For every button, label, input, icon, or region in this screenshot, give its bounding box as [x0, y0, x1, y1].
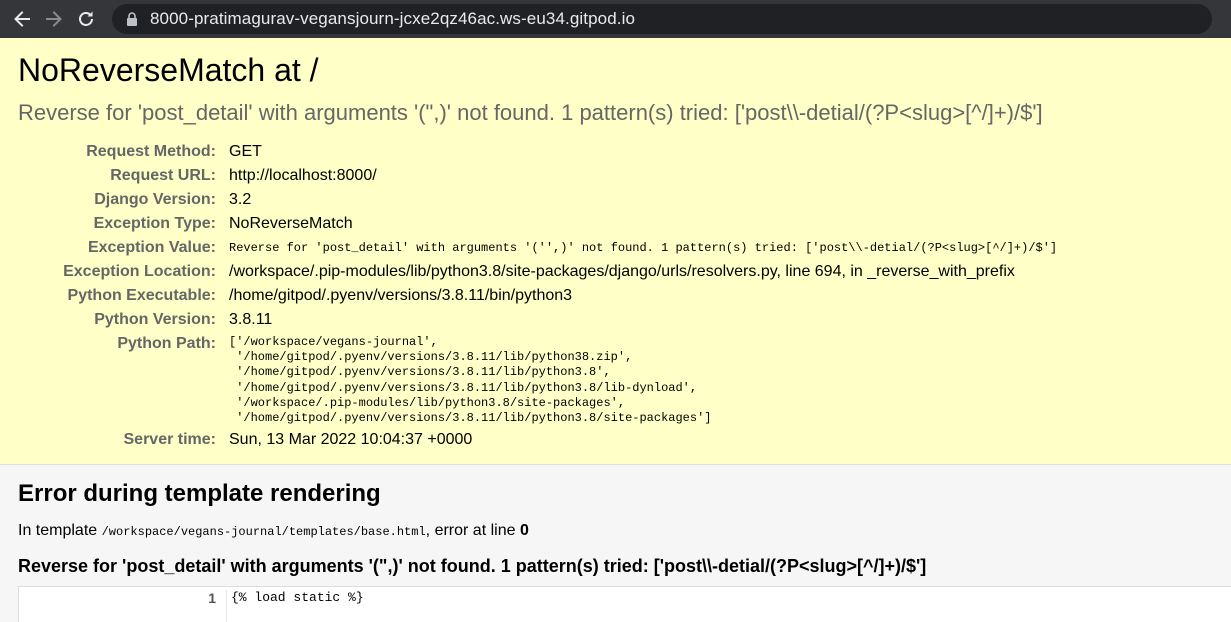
meta-row-python-path: Python Path: ['/workspace/vegans-journal… [18, 332, 1057, 428]
meta-label: Python Version: [94, 311, 216, 328]
meta-value: 3.8.11 [229, 311, 273, 328]
template-error-section: Error during template rendering In templ… [0, 465, 1231, 622]
meta-label: Python Path: [117, 335, 216, 352]
template-error-heading: Error during template rendering [18, 480, 381, 507]
exception-message: Reverse for 'post_detail' with arguments… [18, 100, 1043, 125]
meta-label: Request URL: [110, 167, 216, 184]
forward-arrow-icon [44, 9, 64, 29]
meta-row-exception-location: Exception Location: /workspace/.pip-modu… [18, 260, 1057, 284]
meta-value: Reverse for 'post_detail' with arguments… [229, 241, 1058, 255]
back-arrow-icon [12, 9, 32, 29]
meta-value: http://localhost:8000/ [229, 167, 377, 184]
meta-label: Python Executable: [67, 287, 216, 304]
request-meta-table: Request Method: GET Request URL: http://… [18, 140, 1057, 452]
template-info-middle: , error at line [425, 522, 516, 539]
address-bar[interactable]: 8000-pratimagurav-vegansjourn-jcxe2qz46a… [112, 4, 1212, 34]
browser-toolbar: 8000-pratimagurav-vegansjourn-jcxe2qz46a… [0, 0, 1231, 38]
template-info-prefix: In template [18, 522, 98, 539]
back-button[interactable] [6, 4, 38, 34]
meta-row-request-url: Request URL: http://localhost:8000/ [18, 164, 1057, 188]
reload-button[interactable] [70, 4, 102, 34]
url-text: 8000-pratimagurav-vegansjourn-jcxe2qz46a… [150, 9, 636, 28]
error-summary: NoReverseMatch at / Reverse for 'post_de… [0, 38, 1231, 465]
python-path-list: ['/workspace/vegans-journal', '/home/git… [229, 335, 712, 426]
meta-label: Server time: [123, 431, 217, 449]
meta-row-python-executable: Python Executable: /home/gitpod/.pyenv/v… [18, 284, 1057, 308]
meta-row-django-version: Django Version: 3.2 [18, 188, 1057, 212]
forward-button[interactable] [38, 4, 70, 34]
meta-label: Exception Value: [87, 239, 216, 256]
meta-label: Request Method: [86, 143, 216, 160]
meta-row-exception-value: Exception Value: Reverse for 'post_detai… [18, 236, 1057, 260]
meta-value: GET [229, 143, 262, 160]
template-error-line: 0 [519, 522, 529, 539]
meta-row-request-method: Request Method: GET [18, 140, 1057, 164]
page-title: NoReverseMatch at / [18, 52, 319, 88]
meta-value: Sun, 13 Mar 2022 10:04:37 +0000 [229, 431, 473, 449]
lock-icon[interactable] [126, 11, 138, 27]
meta-label: Django Version: [94, 191, 216, 208]
meta-row-exception-type: Exception Type: NoReverseMatch [18, 212, 1057, 236]
source-line-number: 1 [208, 590, 216, 606]
meta-row-server-time: Server time: Sun, 13 Mar 2022 10:04:37 +… [18, 428, 1057, 452]
meta-value: 3.2 [229, 191, 252, 208]
template-info: In template /workspace/vegans-journal/te… [18, 521, 1213, 542]
meta-value: /workspace/.pip-modules/lib/python3.8/si… [229, 263, 1015, 280]
template-path: /workspace/vegans-journal/templates/base… [101, 525, 426, 539]
reload-icon [76, 9, 96, 29]
meta-value: ['/workspace/vegans-journal', '/home/git… [229, 332, 1057, 428]
meta-value: NoReverseMatch [229, 215, 353, 232]
meta-value: /home/gitpod/.pyenv/versions/3.8.11/bin/… [229, 287, 573, 304]
meta-row-python-version: Python Version: 3.8.11 [18, 308, 1057, 332]
meta-label: Exception Location: [63, 263, 216, 280]
source-context: 1 {% load static %} [18, 586, 1231, 622]
source-line-code: {% load static %} [226, 590, 364, 622]
template-error-message: Reverse for 'post_detail' with arguments… [18, 556, 927, 576]
meta-label: Exception Type: [93, 215, 216, 232]
